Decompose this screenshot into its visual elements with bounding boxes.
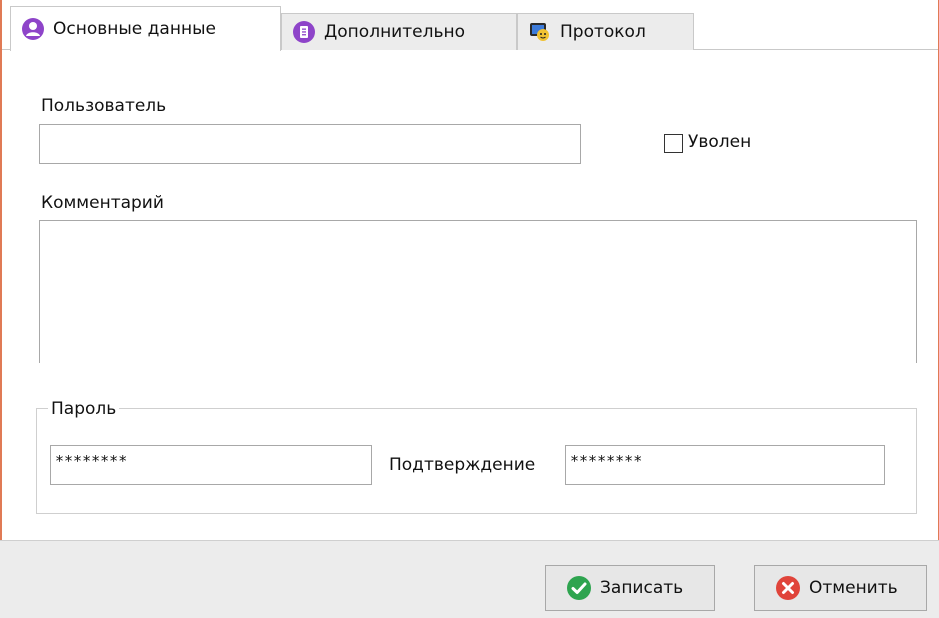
user-icon xyxy=(22,18,44,40)
cancel-button[interactable]: Отменить xyxy=(754,565,927,611)
confirm-label: Подтверждение xyxy=(389,455,536,475)
tab-main-data[interactable]: Основные данные xyxy=(10,6,281,51)
comment-textarea[interactable] xyxy=(39,220,917,363)
save-button[interactable]: Записать xyxy=(545,565,715,611)
check-icon xyxy=(567,576,591,600)
fired-checkbox[interactable] xyxy=(664,134,683,153)
save-button-label: Записать xyxy=(600,578,684,598)
protocol-icon xyxy=(530,23,549,41)
comment-label: Комментарий xyxy=(41,193,164,213)
tab-protocol-label: Протокол xyxy=(560,22,646,42)
cancel-button-label: Отменить xyxy=(809,578,898,598)
fired-label: Уволен xyxy=(688,132,752,152)
window-frame-left xyxy=(0,0,2,540)
close-icon xyxy=(776,576,800,600)
tab-protocol[interactable]: Протокол xyxy=(517,13,694,50)
tab-additional[interactable]: Дополнительно xyxy=(281,13,517,50)
tab-main-data-label: Основные данные xyxy=(53,19,216,39)
tab-additional-label: Дополнительно xyxy=(324,22,465,42)
password-input[interactable]: ******** xyxy=(50,445,372,485)
user-input[interactable] xyxy=(39,124,581,164)
password-group-label: Пароль xyxy=(48,399,120,419)
confirm-password-input[interactable]: ******** xyxy=(565,445,885,485)
tab-bar: Основные данные Дополнительно Протокол xyxy=(0,0,939,51)
list-icon xyxy=(293,21,315,43)
user-label: Пользователь xyxy=(41,96,167,116)
